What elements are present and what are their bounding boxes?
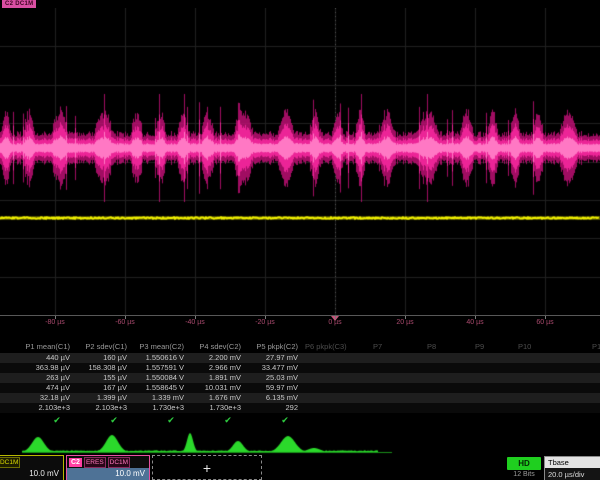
- measurement-cell: 1.730e+3: [185, 403, 241, 413]
- channel-descriptor-c1[interactable]: C1 DC1M 10.0 mV: [0, 455, 64, 480]
- measurement-header-inactive[interactable]: P10: [518, 342, 578, 352]
- c2-eres-badge: ERES: [84, 457, 106, 468]
- measurement-cell: 59.97 mV: [242, 383, 298, 393]
- measurement-table: P1 mean(C1)P2 sdev(C1)P3 mean(C2)P4 sdev…: [0, 340, 600, 430]
- c2-coupling-badge: DC1M: [108, 457, 130, 468]
- measurement-row: 263 µV155 µV1.550084 V1.891 mV25.03 mV: [0, 373, 600, 383]
- measurement-cell: 1.557591 V: [128, 363, 184, 373]
- c1-scale-value: 10.0 mV: [0, 468, 63, 480]
- measurement-cell: 263 µV: [14, 373, 70, 383]
- timebase-label: Tbase: [545, 457, 600, 468]
- axis-tick-label: -40 µs: [185, 319, 205, 326]
- measurement-header[interactable]: P2 sdev(C1): [71, 342, 127, 352]
- status-check-icon: ✔: [219, 414, 237, 426]
- measurement-cell: 158.308 µV: [71, 363, 127, 373]
- measurement-cell: 440 µV: [14, 353, 70, 363]
- measurement-cell: 32.18 µV: [14, 393, 70, 403]
- measurement-header[interactable]: P3 mean(C2): [128, 342, 184, 352]
- measurement-cell: 167 µV: [71, 383, 127, 393]
- measurement-cell: 1.676 mV: [185, 393, 241, 403]
- oscilloscope-screen: C2 DC1M -100 µs-80 µs-60 µs-40 µs-20 µs0…: [0, 0, 600, 480]
- measurement-cell: 25.03 mV: [242, 373, 298, 383]
- measurement-cell: 155 µV: [71, 373, 127, 383]
- waveform-grid[interactable]: [0, 8, 600, 315]
- channel-descriptor-c2[interactable]: C2 ERES DC1M 10.0 mV: [66, 455, 150, 480]
- measurement-header[interactable]: P5 pkpk(C2): [242, 342, 298, 352]
- measurement-cell: 1.558645 V: [128, 383, 184, 393]
- measurement-cell: 27.97 mV: [242, 353, 298, 363]
- trace-annotation-badge: C2 DC1M: [2, 0, 36, 8]
- measurement-cell: 2.103e+3: [14, 403, 70, 413]
- measurement-cell: 1.891 mV: [185, 373, 241, 383]
- measurement-row: 32.18 µV1.399 µV1.339 mV1.676 mV6.135 mV: [0, 393, 600, 403]
- axis-tick-label: -60 µs: [115, 319, 135, 326]
- axis-tick-label: -20 µs: [255, 319, 275, 326]
- timebase-value: 20.0 µs/div: [545, 468, 600, 480]
- measurement-cell: 1.550084 V: [128, 373, 184, 383]
- status-check-icon: ✔: [48, 414, 66, 426]
- measurement-cell: 1.339 mV: [128, 393, 184, 403]
- measurement-cell: 1.730e+3: [128, 403, 184, 413]
- c1-coupling-badge: DC1M: [0, 457, 20, 468]
- axis-tick-label: -80 µs: [45, 319, 65, 326]
- plus-icon: +: [203, 461, 211, 475]
- add-trace-button[interactable]: +: [152, 455, 262, 480]
- status-check-icon: ✔: [276, 414, 294, 426]
- axis-tick-label: 20 µs: [396, 319, 413, 326]
- status-check-icon: ✔: [105, 414, 123, 426]
- hd-bits-label: 12 Bits: [505, 471, 543, 478]
- measurement-header-inactive[interactable]: P7: [373, 342, 433, 352]
- time-axis: -100 µs-80 µs-60 µs-40 µs-20 µs0 µs20 µs…: [0, 316, 600, 332]
- axis-tick-label: 60 µs: [536, 319, 553, 326]
- measurement-cell: 2.103e+3: [71, 403, 127, 413]
- measurement-row: 440 µV160 µV1.550616 V2.200 mV27.97 mV: [0, 353, 600, 363]
- measurement-cell: 1.399 µV: [71, 393, 127, 403]
- timebase-descriptor[interactable]: Tbase 20.0 µs/div: [544, 456, 600, 480]
- measurement-cell: 2.966 mV: [185, 363, 241, 373]
- measurement-cell: 474 µV: [14, 383, 70, 393]
- measurement-cell: 10.031 mV: [185, 383, 241, 393]
- measurement-header-inactive[interactable]: P11: [592, 342, 600, 352]
- measurement-header[interactable]: P4 sdev(C2): [185, 342, 241, 352]
- axis-tick-label: 0 µs: [328, 319, 341, 326]
- measurement-cell: 6.135 mV: [242, 393, 298, 403]
- measurement-cell: 1.550616 V: [128, 353, 184, 363]
- axis-tick-label: 40 µs: [466, 319, 483, 326]
- measurement-row: 2.103e+32.103e+31.730e+31.730e+3292: [0, 403, 600, 413]
- c2-channel-badge: C2: [69, 458, 82, 467]
- measurement-row: 474 µV167 µV1.558645 V10.031 mV59.97 mV: [0, 383, 600, 393]
- c2-scale-value: 10.0 mV: [67, 468, 149, 480]
- measurement-header[interactable]: P1 mean(C1): [14, 342, 70, 352]
- measurement-cell: 363.98 µV: [14, 363, 70, 373]
- status-check-icon: ✔: [162, 414, 180, 426]
- measurement-cell: 160 µV: [71, 353, 127, 363]
- measurement-cell: 33.477 mV: [242, 363, 298, 373]
- measurement-header-inactive[interactable]: P6 pkpk(C3): [305, 342, 365, 352]
- hd-mode-badge[interactable]: HD: [507, 457, 541, 470]
- measurement-cell: 2.200 mV: [185, 353, 241, 363]
- measurement-cell: 292: [242, 403, 298, 413]
- histogram-trace: [0, 429, 600, 455]
- measurement-row: 363.98 µV158.308 µV1.557591 V2.966 mV33.…: [0, 363, 600, 373]
